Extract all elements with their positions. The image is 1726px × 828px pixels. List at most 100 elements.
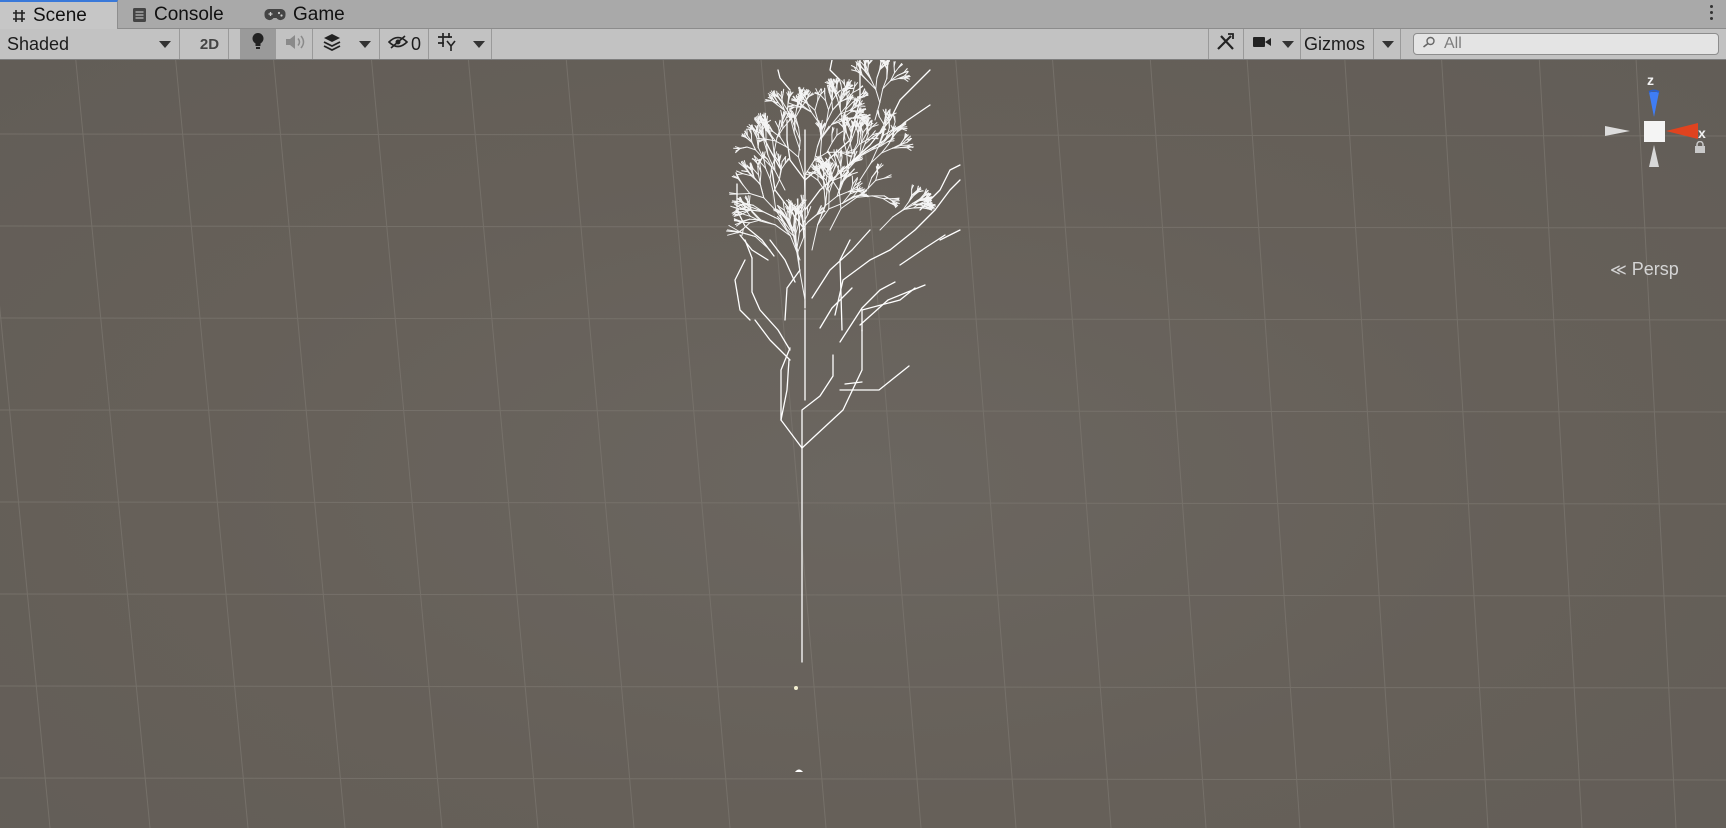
tree-branch [764,116,767,125]
audio-toggle-button[interactable] [277,29,313,59]
chevron-down-icon [472,40,485,48]
gizmos-button[interactable]: Gizmos [1302,29,1374,59]
scene-canvas [0,60,1726,828]
tree-branch [751,210,762,221]
tree-branch [882,123,885,136]
effects-dropdown[interactable] [350,29,380,59]
tree-branch [882,60,885,64]
more-options-icon[interactable] [1710,5,1714,23]
tree-branch [838,190,842,210]
tab-label: Scene [33,4,87,26]
tree-branch [830,178,840,192]
tree-branch [846,132,851,143]
axis-z-label: z [1647,72,1654,88]
tree-branch [757,137,760,148]
tools-button[interactable] [1208,29,1244,59]
perspective-chevron-icon: ≪ [1610,262,1627,279]
tree-branch [793,118,796,134]
tree-branch [796,198,799,208]
tree-branch [810,175,819,181]
tree-branch [842,117,854,119]
lightbulb-icon [251,32,265,56]
tree-branch [875,88,881,104]
tree-branch [782,89,785,96]
tree-branch [756,124,759,132]
tree-branch [787,102,795,106]
2d-toggle-button[interactable]: 2D [191,29,229,59]
tree-branch [811,224,819,251]
grid-icon [12,9,26,23]
tree-branch [807,206,812,215]
grid-dropdown[interactable] [466,29,492,59]
tree-branch [807,214,818,223]
tree-branch [786,101,789,111]
scene-viewport[interactable]: z x ≪ Persp [0,60,1726,828]
tab-game[interactable]: Game [252,0,362,29]
tree-branch [727,231,740,236]
tree-branch [774,120,780,129]
scene-visibility-button[interactable]: 0 [381,29,429,59]
tree-branch [738,177,744,186]
tab-scene[interactable]: Scene [0,0,118,29]
tree-branch [875,177,885,181]
grid-toggle-button[interactable] [430,29,466,59]
tree-branch [859,162,872,181]
tree-branch [838,122,844,128]
tree-branch [749,162,752,171]
tree-branch [879,216,893,231]
tree-branch [826,151,839,153]
tree-branch [886,61,889,70]
camera-dropdown[interactable] [1245,29,1301,59]
tree-branch [765,99,773,102]
tree-branch [799,271,806,301]
lighting-toggle-button[interactable] [240,29,276,59]
tree-branch [867,80,877,90]
tree-branch [739,146,748,150]
tree-branch [879,88,884,104]
projection-toggle[interactable]: ≪ Persp [1610,259,1679,280]
tab-console[interactable]: Console [120,0,248,29]
tree-branch [749,193,765,199]
tree-branch [760,184,765,199]
tree-branch [857,125,860,134]
tree-branch [825,100,829,111]
camera-icon [1252,35,1272,54]
tab-label: Console [154,3,224,25]
orientation-gizmo[interactable]: z x [1600,65,1710,185]
tools-icon [1216,32,1236,56]
scene-toolbar: Shaded 2D 0 Gizmos All [0,29,1726,60]
tree-branch [846,90,848,100]
tree-branch [872,137,879,140]
effects-toggle-button[interactable] [314,29,350,59]
grid-snap-icon [437,32,459,57]
layers-icon [322,33,342,56]
chevron-down-icon [1281,40,1294,48]
lock-icon[interactable] [1694,140,1706,158]
speaker-icon [284,34,306,55]
tree-branch [878,116,885,125]
draw-mode-dropdown[interactable]: Shaded [0,29,180,59]
tree-branch [860,73,869,82]
chevron-down-icon [1381,40,1394,48]
camera-origin-marker [795,769,803,772]
console-icon [132,7,147,23]
tree-branch [754,236,771,251]
hierarchy-search-field[interactable]: All [1413,33,1719,55]
tree-branch [748,195,751,204]
tab-label: Game [293,3,345,25]
tree-branch [826,142,833,153]
tree-branch [731,201,741,203]
gizmos-label: Gizmos [1304,33,1366,54]
tree-branch [765,167,771,180]
tree-branch [867,125,869,135]
gizmos-dropdown[interactable] [1375,29,1401,59]
tree-branch [831,99,834,111]
tree-branch [742,184,751,194]
tree-branch [896,72,905,77]
tree-branch [875,172,879,181]
tree-branch [894,67,900,74]
tree-branch [816,136,822,148]
light-gizmo[interactable] [794,686,798,690]
tree-branch [840,83,843,92]
tree-branch [876,69,881,79]
